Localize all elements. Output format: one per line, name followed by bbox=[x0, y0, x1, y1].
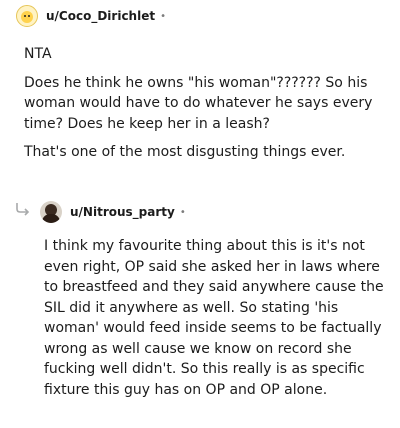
meta-separator: • bbox=[160, 10, 166, 22]
comment-nitrous-party: u/Nitrous_party • I think my favourite t… bbox=[0, 196, 400, 398]
comment-body: NTA Does he think he owns "his woman"???… bbox=[24, 44, 376, 171]
meta-separator: • bbox=[179, 206, 186, 218]
reply-arrow-icon bbox=[16, 203, 30, 216]
comment-paragraph: That's one of the most disgusting things… bbox=[24, 144, 346, 160]
user-avatar-icon[interactable] bbox=[16, 5, 38, 27]
comment-body: I think my favourite thing about this is… bbox=[44, 236, 386, 408]
user-avatar-icon[interactable] bbox=[40, 201, 62, 223]
comment-coco-dirichlet: u/Coco_Dirichlet • NTA Does he think he … bbox=[0, 0, 400, 160]
comment-username[interactable]: u/Nitrous_party bbox=[70, 205, 175, 219]
comment-paragraph: Does he think he owns "his woman"?????? … bbox=[24, 74, 373, 132]
comment-paragraph: NTA bbox=[24, 46, 52, 62]
comment-paragraph: I think my favourite thing about this is… bbox=[44, 238, 384, 398]
comment-username[interactable]: u/Coco_Dirichlet bbox=[46, 9, 155, 23]
comment-header: u/Nitrous_party • bbox=[0, 196, 400, 228]
comment-header: u/Coco_Dirichlet • bbox=[0, 0, 400, 32]
